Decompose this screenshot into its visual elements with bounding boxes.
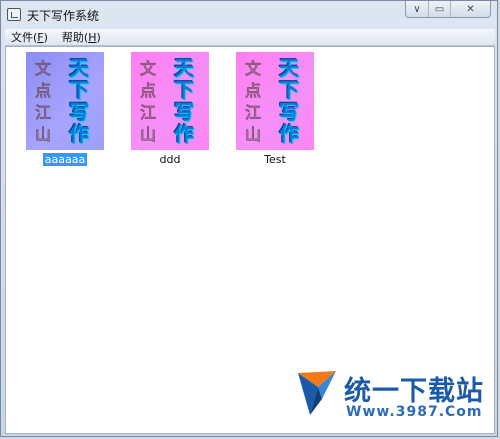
book-name-text: ddd [159, 153, 181, 166]
close-button[interactable]: ✕ [450, 1, 490, 17]
watermark-url: Www.3987.Com [346, 404, 483, 420]
cover-title-char: 天 [69, 56, 89, 80]
book-name[interactable]: Test [236, 153, 314, 166]
title-bar[interactable]: 天下写作系统 ∨ ▭ ✕ [1, 1, 497, 29]
cover-title-char: 下 [69, 78, 89, 102]
app-icon[interactable] [7, 8, 21, 21]
cover-title: 天 下 写 作 [69, 57, 95, 145]
menu-help-key: H [88, 31, 97, 44]
watermark-name: 统一下载站 [344, 376, 484, 407]
cover-subtitle-char: 江 [35, 103, 52, 123]
cover-subtitle-char: 江 [245, 103, 262, 123]
cover-title-char: 作 [174, 122, 194, 146]
window-title: 天下写作系统 [27, 9, 100, 23]
cover-subtitle-char: 江 [140, 103, 157, 123]
cover-subtitle-char: 点 [140, 81, 157, 101]
cover-subtitle-char: 点 [35, 81, 52, 101]
menu-file-label: 文件( [11, 31, 38, 44]
book-cover[interactable]: 文 点 江 山 天 下 写 作 [26, 52, 104, 150]
cover-title-char: 写 [174, 100, 194, 124]
cover-title-char: 天 [174, 56, 194, 80]
menu-file-suffix: ) [43, 31, 48, 44]
book-name[interactable]: aaaaaa [26, 153, 104, 166]
book-item-test[interactable]: 文 点 江 山 天 下 写 作 Test [236, 52, 314, 176]
cover-subtitle: 文 点 江 山 [35, 59, 57, 145]
cover-subtitle-char: 山 [245, 125, 262, 145]
book-name-text: Test [264, 153, 286, 166]
maximize-button[interactable]: ▭ [428, 1, 450, 17]
app-window: 天下写作系统 ∨ ▭ ✕ 文件(F) 帮助(H) 文 点 江 山 天 下 写 作… [0, 0, 498, 437]
watermark-logo-icon [298, 371, 336, 415]
cover-subtitle-char: 山 [140, 125, 157, 145]
cover-subtitle-char: 点 [245, 81, 262, 101]
menu-help[interactable]: 帮助(H) [56, 29, 109, 45]
cover-title-char: 下 [174, 78, 194, 102]
cover-subtitle-char: 文 [140, 59, 157, 79]
cover-title-char: 作 [279, 122, 299, 146]
cover-subtitle: 文 点 江 山 [245, 59, 267, 145]
cover-title-char: 写 [279, 100, 299, 124]
book-item-ddd[interactable]: 文 点 江 山 天 下 写 作 ddd [131, 52, 209, 176]
menu-file[interactable]: 文件(F) [5, 29, 56, 45]
menu-help-label: 帮助( [61, 31, 89, 44]
book-cover[interactable]: 文 点 江 山 天 下 写 作 [131, 52, 209, 150]
cover-title-char: 下 [279, 78, 299, 102]
cover-title-char: 天 [279, 56, 299, 80]
minimize-button[interactable]: ∨ [406, 1, 428, 17]
book-item-aaaaaa[interactable]: 文 点 江 山 天 下 写 作 aaaaaa [26, 52, 104, 176]
cover-subtitle-char: 文 [35, 59, 52, 79]
cover-title-char: 写 [69, 100, 89, 124]
book-cover[interactable]: 文 点 江 山 天 下 写 作 [236, 52, 314, 150]
cover-subtitle: 文 点 江 山 [140, 59, 162, 145]
cover-subtitle-char: 文 [245, 59, 262, 79]
book-name[interactable]: ddd [131, 153, 209, 166]
cover-title: 天 下 写 作 [279, 57, 305, 145]
window-controls: ∨ ▭ ✕ [405, 1, 491, 18]
cover-title-char: 作 [69, 122, 89, 146]
menu-help-suffix: ) [96, 31, 101, 44]
cover-title: 天 下 写 作 [174, 57, 200, 145]
menu-bar: 文件(F) 帮助(H) [5, 29, 495, 46]
book-list-view[interactable]: 文 点 江 山 天 下 写 作 aaaaaa 文 点 江 山 天 下 写 作 d… [5, 46, 495, 434]
book-name-text: aaaaaa [42, 153, 88, 166]
watermark: 统一下载站 Www.3987.Com [296, 367, 486, 427]
cover-subtitle-char: 山 [35, 125, 52, 145]
